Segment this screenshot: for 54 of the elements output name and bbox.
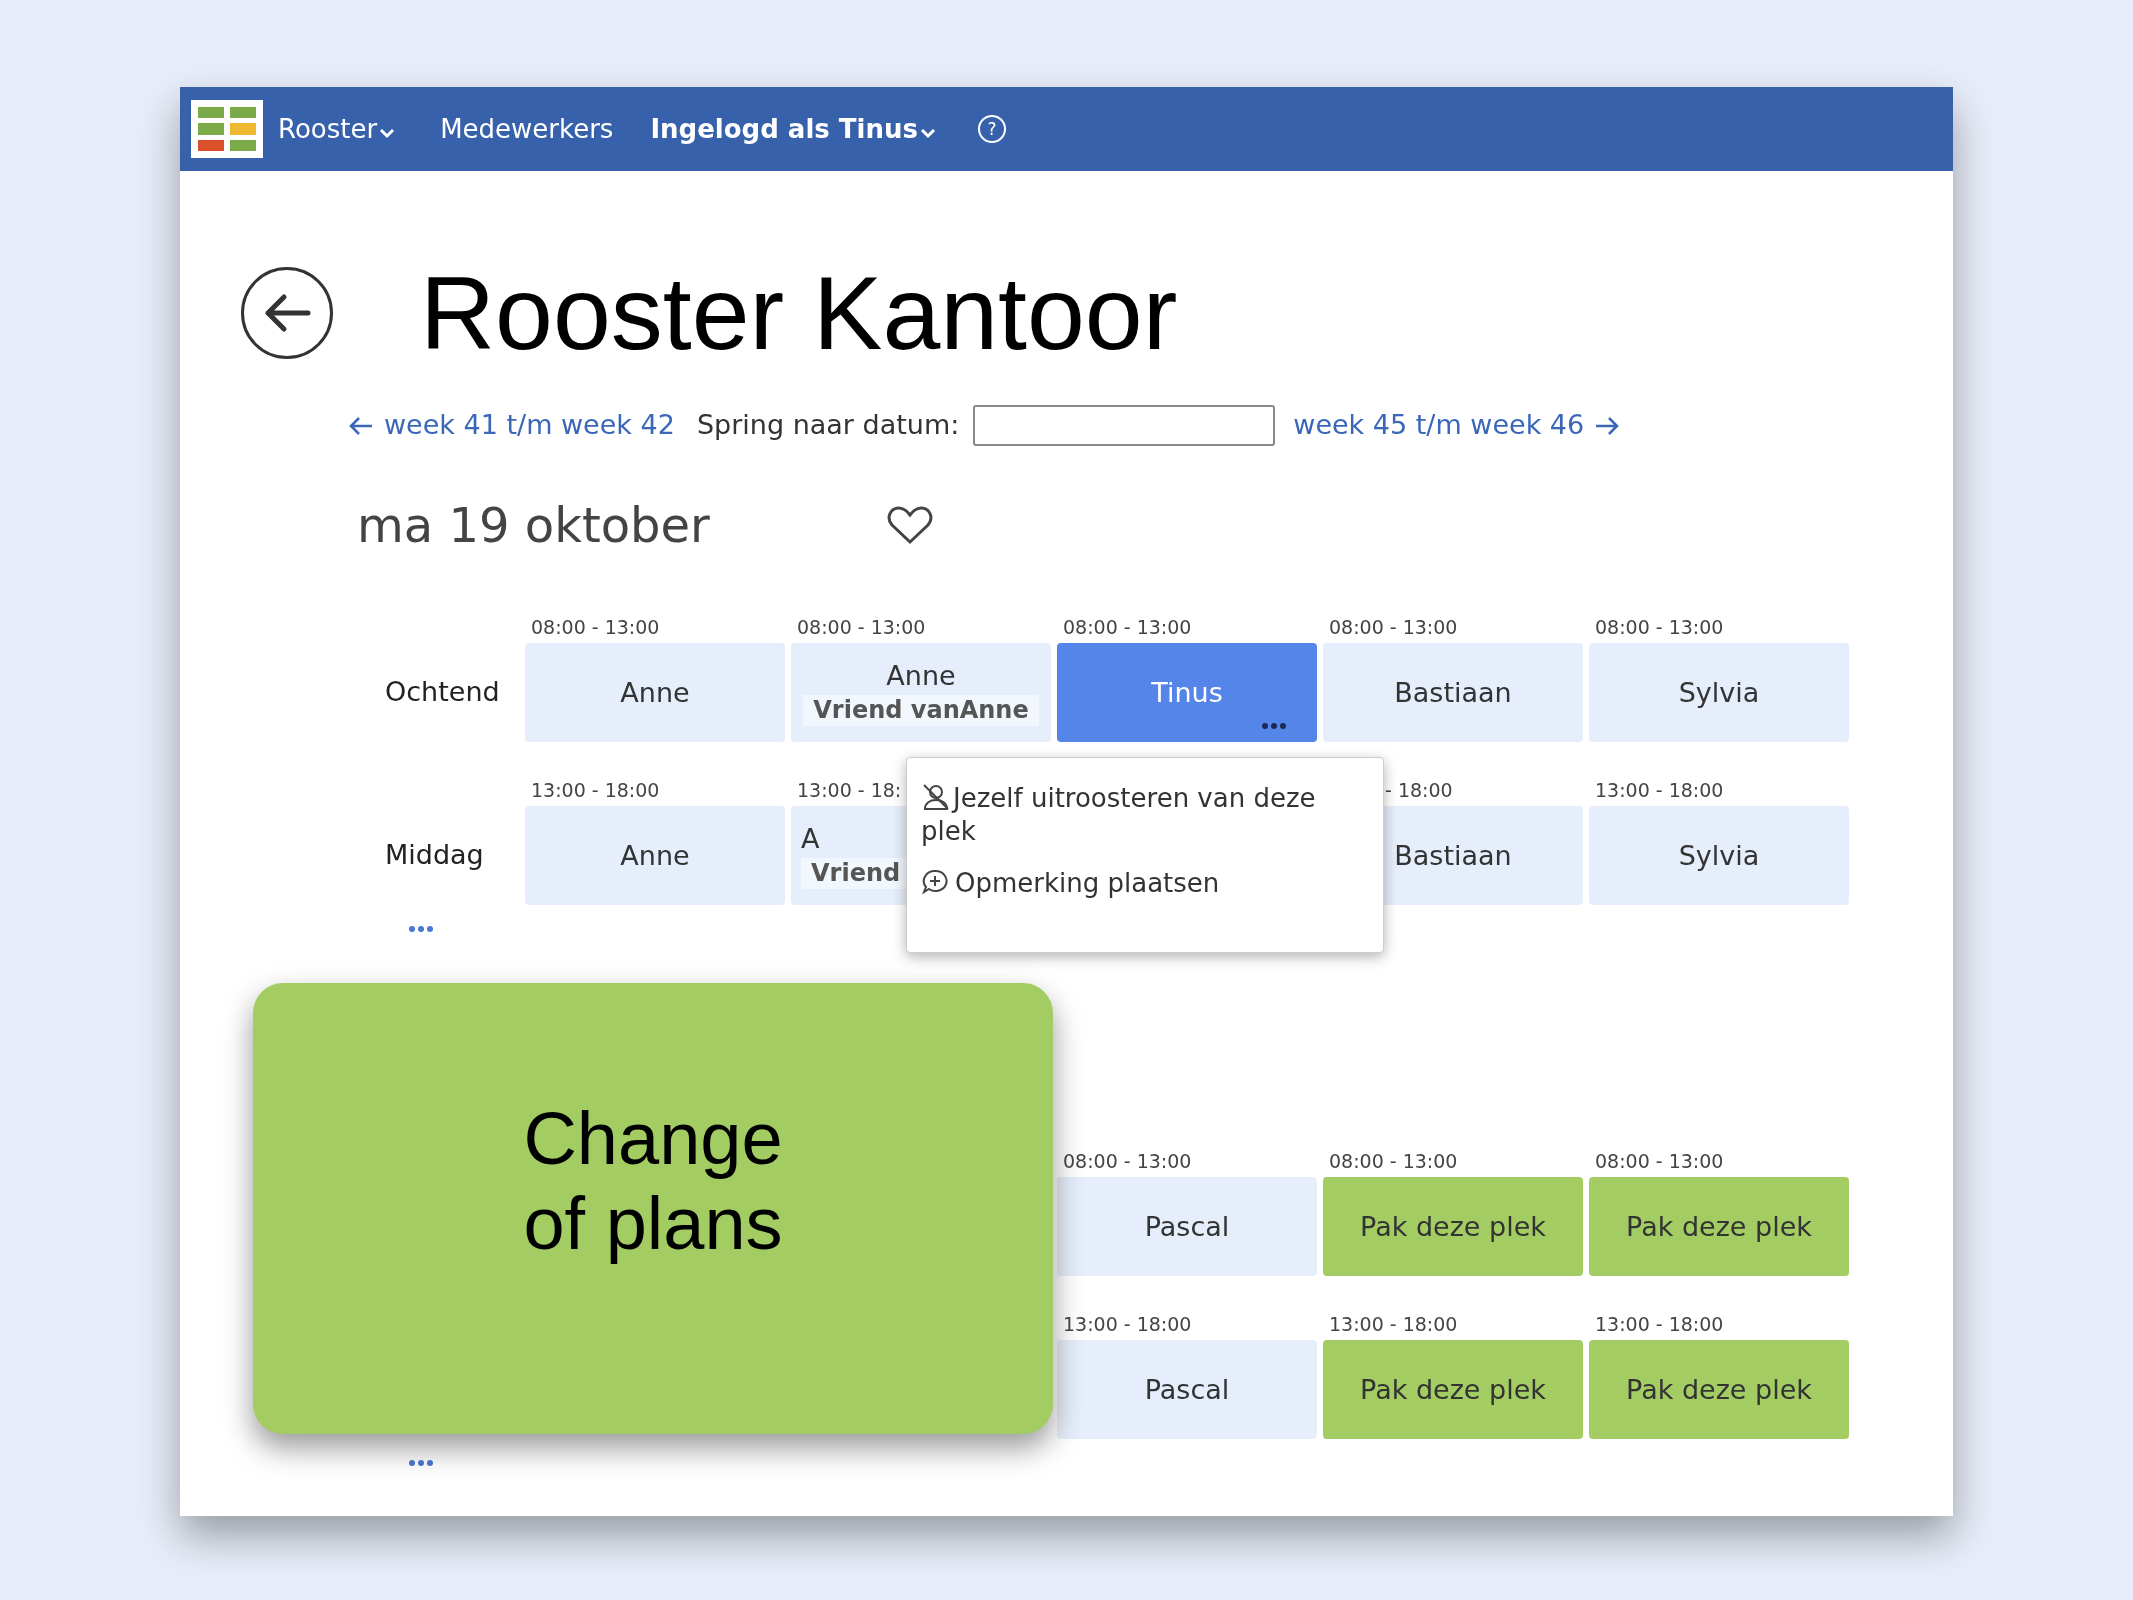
jump-date-label: Spring naar datum: <box>696 408 960 443</box>
take-slot-button[interactable]: Pak deze plek <box>1323 1340 1583 1439</box>
nav-link[interactable]: Ingelogd als Tinus <box>650 109 936 149</box>
caret-icon <box>920 127 936 139</box>
next-weeks-link[interactable]: week 45 t/m week 46 <box>1293 405 1621 446</box>
shift-time: 13:00 - 18: <box>797 778 902 801</box>
shift-time: 13:00 - 18:00 <box>1329 1312 1458 1335</box>
shift-time: 08:00 - 13:00 <box>1063 1149 1192 1172</box>
shift-slot[interactable]: Anne <box>525 806 785 905</box>
shift-time: 08:00 - 13:00 <box>531 615 660 638</box>
take-slot-button[interactable]: Pak deze plek <box>1589 1177 1849 1276</box>
page-title: Rooster Kantoor <box>420 261 1178 365</box>
shift-slot[interactable]: Pascal <box>1057 1177 1317 1276</box>
left-arrow-icon <box>348 415 374 436</box>
shift-slot[interactable]: Sylvia <box>1589 806 1849 905</box>
nav-link[interactable]: Medewerkers <box>440 109 614 149</box>
more-icon[interactable] <box>408 925 434 933</box>
row-label: Middag <box>384 838 485 873</box>
back-button[interactable] <box>241 267 333 359</box>
heart-icon[interactable] <box>887 505 933 545</box>
shift-slot[interactable]: Pascal <box>1057 1340 1317 1439</box>
own-shift-slot[interactable]: Tinus <box>1057 643 1317 742</box>
shift-slot[interactable]: Sylvia <box>1589 643 1849 742</box>
prev-weeks-link[interactable]: week 41 t/m week 42 <box>348 405 675 446</box>
take-slot-button[interactable]: Pak deze plek <box>1589 1340 1849 1439</box>
shift-slot[interactable]: Anne <box>525 643 785 742</box>
shift-time: 08:00 - 13:00 <box>797 615 926 638</box>
shift-time: - 18:00 <box>1385 778 1453 801</box>
shift-time: 08:00 - 13:00 <box>1329 615 1458 638</box>
app-logo[interactable] <box>191 100 263 158</box>
shift-time: 08:00 - 13:00 <box>1329 1149 1458 1172</box>
date-field[interactable] <box>973 405 1276 446</box>
callout-text: Change of plans <box>522 1095 784 1267</box>
shift-time: 13:00 - 18:00 <box>1595 778 1724 801</box>
right-arrow-icon <box>1594 415 1621 436</box>
row-label: Ochtend <box>384 675 501 710</box>
shift-slot[interactable]: Anne Vriend vanAnne <box>791 643 1051 742</box>
more-icon[interactable] <box>408 1459 434 1467</box>
day-heading: ma 19 oktober <box>357 496 711 555</box>
person-slash-icon <box>921 783 951 811</box>
shift-slot[interactable]: Bastiaan <box>1323 643 1583 742</box>
comment-plus-icon <box>921 868 949 896</box>
shift-time: 13:00 - 18:00 <box>1063 1312 1192 1335</box>
caret-icon <box>379 127 396 139</box>
nav-link[interactable]: Rooster <box>278 109 396 149</box>
shift-time: 08:00 - 13:00 <box>1595 615 1724 638</box>
take-slot-button[interactable]: Pak deze plek <box>1323 1177 1583 1276</box>
shift-time: 08:00 - 13:00 <box>1063 615 1192 638</box>
shift-time: 13:00 - 18:00 <box>531 778 660 801</box>
shift-time: 08:00 - 13:00 <box>1595 1149 1724 1172</box>
shift-time: 13:00 - 18:00 <box>1595 1312 1724 1335</box>
more-icon[interactable] <box>1261 722 1287 730</box>
help-button[interactable]: ? <box>978 115 1006 143</box>
guest-tag: Vriend vanAnne <box>803 694 1039 726</box>
